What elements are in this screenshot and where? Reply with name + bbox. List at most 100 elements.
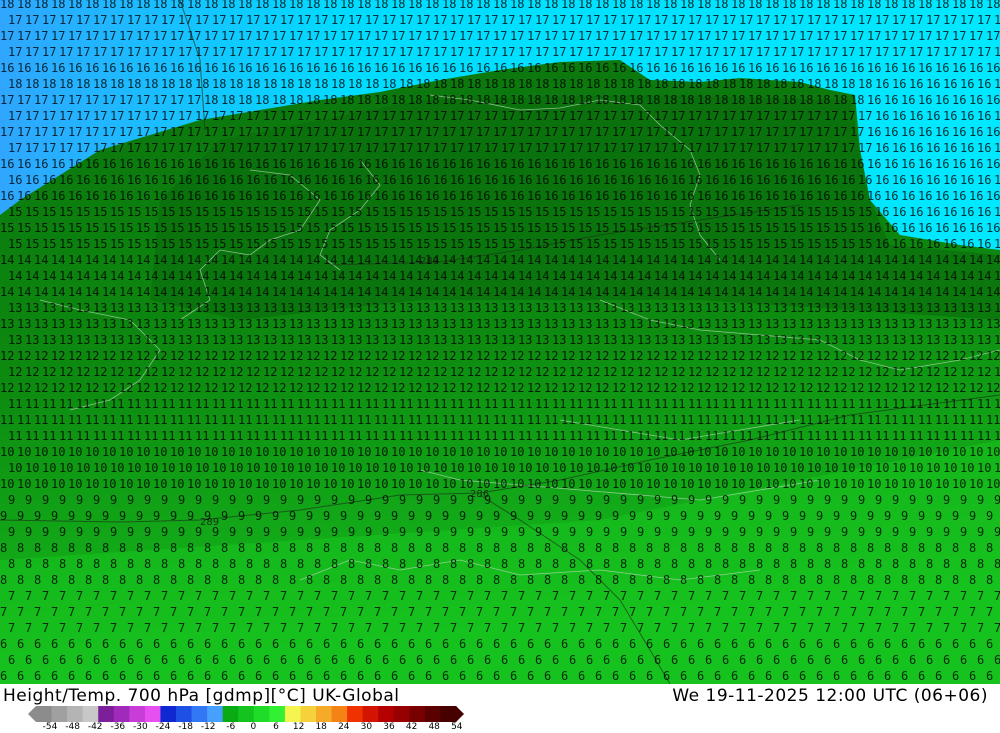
temperature-value: 9 [442,509,449,523]
temperature-value: 16 [187,189,201,203]
temperature-value: 16 [484,173,498,187]
temperature-value: 18 [153,0,167,11]
temperature-value: 14 [246,269,260,283]
temperature-value: 12 [858,365,872,379]
temperature-value: 17 [450,141,464,155]
temperature-value: 16 [841,173,855,187]
temperature-value: 15 [603,237,617,251]
temperature-value: 16 [935,189,949,203]
temperature-value: 18 [782,0,796,11]
temperature-value: 13 [229,301,243,315]
temperature-value: 7 [739,621,746,635]
temperature-value: 17 [68,29,82,43]
temperature-value: 16 [884,125,898,139]
temperature-value: 14 [442,253,456,267]
temperature-value: 13 [331,301,345,315]
temperature-value: 11 [671,397,685,411]
temperature-value: 8 [884,541,891,555]
temperature-value: 7 [790,589,797,603]
temperature-value: 9 [229,525,236,539]
temperature-value: 7 [8,621,15,635]
temperature-value: 7 [765,605,772,619]
temperature-value: 14 [884,285,898,299]
temperature-value: 14 [425,253,439,267]
temperature-value: 9 [671,493,678,507]
temperature-value: 9 [773,493,780,507]
temperature-value: 11 [484,397,498,411]
temperature-value: 8 [297,557,304,571]
temperature-value: 16 [374,189,388,203]
temperature-value: 11 [671,429,685,443]
temperature-value: 15 [161,205,175,219]
temperature-value: 13 [892,333,906,347]
temperature-value: 10 [102,477,116,491]
temperature-value: 14 [459,285,473,299]
temperature-value: 17 [238,29,252,43]
temperature-value: 13 [850,317,864,331]
temperature-value: 11 [297,397,311,411]
temperature-value: 8 [374,541,381,555]
temperature-value: 7 [450,589,457,603]
temperature-value: 14 [280,269,294,283]
temperature-value: 13 [569,301,583,315]
temperature-value: 14 [153,253,167,267]
temperature-value: 9 [161,525,168,539]
temperature-value: 13 [620,333,634,347]
temperature-value: 15 [382,237,396,251]
temperature-value: 17 [467,45,481,59]
temperature-value: 16 [952,125,966,139]
temperature-value: 11 [926,397,940,411]
temperature-value: 11 [119,413,133,427]
temperature-value: 13 [365,301,379,315]
temperature-value: 8 [170,541,177,555]
temperature-value: 11 [994,397,1000,411]
temperature-value: 15 [824,237,838,251]
temperature-value: 14 [850,285,864,299]
temperature-value: 16 [399,173,413,187]
temperature-value: 11 [493,413,507,427]
temperature-value: 9 [646,509,653,523]
temperature-value: 17 [739,141,753,155]
temperature-value: 9 [824,493,831,507]
temperature-value: 6 [960,653,967,667]
temperature-value: 13 [646,317,660,331]
temperature-value: 18 [76,77,90,91]
temperature-value: 17 [493,29,507,43]
colorbar-swatch [238,706,255,722]
temperature-value: 15 [306,221,320,235]
temperature-value: 17 [926,45,940,59]
temperature-value: 14 [765,285,779,299]
temperature-value: 12 [875,365,889,379]
temperature-value: 11 [204,413,218,427]
temperature-value: 12 [425,381,439,395]
temperature-value: 16 [93,173,107,187]
temperature-value: 9 [204,509,211,523]
temperature-value: 14 [340,253,354,267]
temperature-value: 16 [918,189,932,203]
temperature-value: 7 [977,621,984,635]
temperature-value: 10 [705,461,719,475]
temperature-value: 18 [807,77,821,91]
temperature-value: 14 [612,253,626,267]
temperature-value: 6 [340,637,347,651]
temperature-value: 8 [59,557,66,571]
temperature-value: 11 [875,429,889,443]
temperature-value: 10 [331,461,345,475]
temperature-value: 14 [467,269,481,283]
temperature-value: 17 [136,125,150,139]
temperature-value: 15 [59,205,73,219]
temperature-value: 11 [314,397,328,411]
temperature-value: 7 [892,621,899,635]
temperature-value: 17 [994,45,1000,59]
temperature-value: 9 [280,493,287,507]
temperature-value: 17 [399,109,413,123]
temperature-value: 8 [578,541,585,555]
temperature-value: 6 [382,653,389,667]
temperature-value: 15 [620,237,634,251]
temperature-value: 7 [799,605,806,619]
temperature-value: 16 [969,157,983,171]
temperature-value: 6 [119,637,126,651]
temperature-value: 8 [85,541,92,555]
temperature-value: 14 [552,269,566,283]
temperature-value: 16 [323,189,337,203]
